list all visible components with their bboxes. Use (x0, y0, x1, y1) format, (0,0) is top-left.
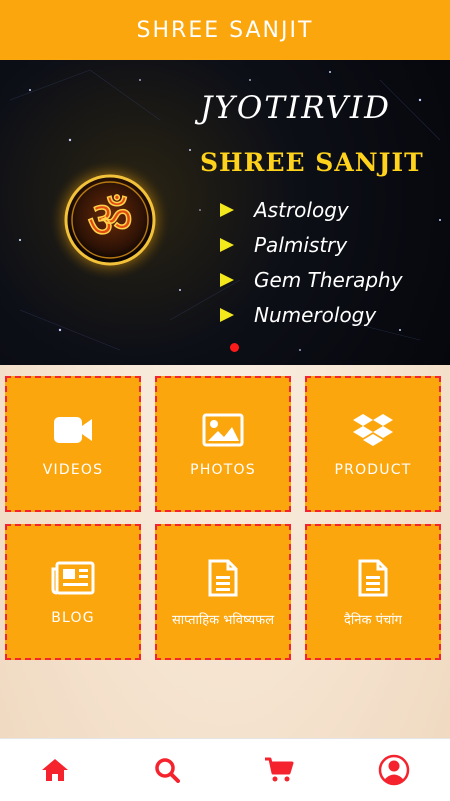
nav-home-button[interactable] (38, 753, 72, 787)
tile-photos[interactable]: PHOTOS (155, 376, 291, 512)
tile-videos[interactable]: VIDEOS (5, 376, 141, 512)
tile-daily-panchang[interactable]: दैनिक पंचांग (305, 524, 441, 660)
search-icon (155, 758, 180, 783)
tile-blog[interactable]: BLOG (5, 524, 141, 660)
om-symbol-image: ॐ (50, 160, 170, 280)
service-item: Numerology (220, 297, 403, 332)
newspaper-icon (51, 560, 95, 596)
arrow-icon (220, 202, 234, 217)
nav-search-button[interactable] (150, 753, 184, 787)
arrow-icon (220, 237, 234, 252)
service-item: Astrology (220, 192, 403, 227)
tile-label: साप्ताहिक भविष्यफल (171, 613, 275, 628)
video-camera-icon (52, 412, 94, 448)
nav-account-button[interactable] (377, 753, 411, 787)
service-list: Astrology Palmistry Gem Theraphy Numerol… (220, 192, 403, 332)
tile-weekly-horoscope[interactable]: साप्ताहिक भविष्यफल (155, 524, 291, 660)
cart-icon (265, 757, 294, 782)
tile-label: PRODUCT (334, 462, 412, 478)
tile-label: VIDEOS (42, 462, 104, 478)
menu-grid: VIDEOS PHOTOS PRODUCT BLOG साप्ताहिक भवि… (5, 376, 445, 662)
document-icon (357, 559, 389, 597)
home-icon (42, 759, 68, 781)
bottom-navigation (0, 738, 450, 801)
tile-label: BLOG (51, 610, 95, 626)
image-icon (202, 412, 244, 448)
service-item: Gem Theraphy (220, 262, 403, 297)
svg-text:ॐ: ॐ (87, 191, 133, 249)
dropbox-icon (353, 412, 393, 448)
promo-banner[interactable]: ॐ JYOTIRVID SHREE SANJIT Astrology Palmi… (0, 60, 450, 365)
app-title: SHREE SANJIT (136, 17, 314, 43)
carousel-indicator-dot[interactable] (230, 343, 239, 352)
arrow-icon (220, 272, 234, 287)
banner-heading: JYOTIRVID (200, 90, 391, 126)
tile-product[interactable]: PRODUCT (305, 376, 441, 512)
tile-label: PHOTOS (190, 462, 256, 478)
arrow-icon (220, 307, 234, 322)
app-bar: SHREE SANJIT (0, 0, 450, 60)
service-item: Palmistry (220, 227, 403, 262)
tile-label: दैनिक पंचांग (344, 613, 402, 628)
nav-cart-button[interactable] (262, 753, 296, 787)
user-circle-icon (378, 754, 410, 786)
banner-name: SHREE SANJIT (200, 148, 424, 177)
document-icon (207, 559, 239, 597)
